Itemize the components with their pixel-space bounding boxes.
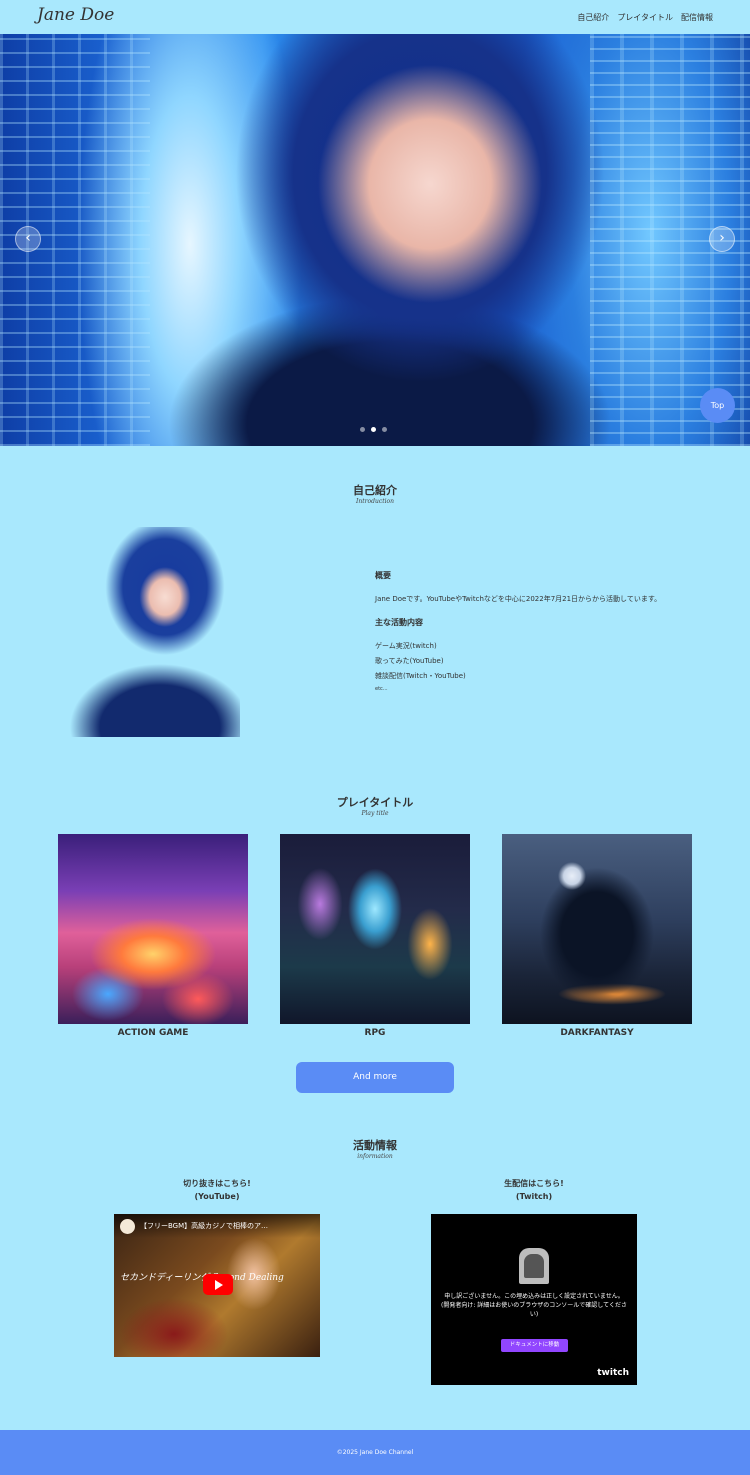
youtube-thumbnail-text: セカンドディーリング Second Dealing bbox=[120, 1273, 284, 1283]
youtube-label: 切り抜きはこちら! (YouTube) bbox=[87, 1177, 347, 1203]
youtube-label-line2: (YouTube) bbox=[194, 1192, 240, 1201]
activity-title: 活動情報 bbox=[353, 1139, 397, 1152]
activities-heading: 主な活動内容 bbox=[375, 618, 423, 627]
youtube-embed[interactable]: 【フリーBGM】高級カジノで相棒のア… セカンドディーリング Second De… bbox=[114, 1214, 320, 1357]
nav-item-play-title[interactable]: プレイタイトル bbox=[617, 12, 673, 23]
activity-item: 雑談配信(Twitch・YouTube) bbox=[375, 672, 466, 680]
game-image-action[interactable] bbox=[58, 834, 248, 1024]
site-logo[interactable]: Jane Doe bbox=[37, 5, 114, 25]
game-label-darkfantasy: DARKFANTASY bbox=[560, 1028, 634, 1038]
game-label-action: ACTION GAME bbox=[117, 1028, 189, 1038]
slider-dot[interactable] bbox=[360, 427, 365, 432]
nav-item-streaming-info[interactable]: 配信情報 bbox=[681, 12, 713, 23]
slider-prev-button[interactable]: ‹ bbox=[15, 226, 41, 252]
twitch-label-line2: (Twitch) bbox=[515, 1192, 553, 1201]
intro-text-block: 概要 Jane Doeです。YouTubeやTwitchなどを中心に2022年7… bbox=[375, 570, 695, 692]
activity-item: ゲーム実況(twitch) bbox=[375, 642, 437, 650]
youtube-label-line1: 切り抜きはこちら! bbox=[183, 1179, 251, 1188]
slider-next-button[interactable]: › bbox=[709, 226, 735, 252]
youtube-video-title[interactable]: 【フリーBGM】高級カジノで相棒のア… bbox=[140, 1221, 268, 1231]
overview-heading: 概要 bbox=[375, 571, 391, 580]
hero-slider: ‹ › bbox=[0, 34, 750, 446]
profile-portrait bbox=[70, 527, 240, 737]
twitch-label-line1: 生配信はこちら! bbox=[504, 1179, 564, 1188]
game-label-rpg: RPG bbox=[364, 1028, 386, 1038]
overview-text: Jane Doeです。YouTubeやTwitchなどを中心に2022年7月21… bbox=[375, 595, 662, 603]
back-to-top-button[interactable]: Top bbox=[700, 388, 735, 423]
slider-dot-active[interactable] bbox=[371, 427, 376, 432]
slider-dot[interactable] bbox=[382, 427, 387, 432]
site-footer: ©2025 Jane Doe Channel bbox=[0, 1430, 750, 1475]
ghost-icon bbox=[519, 1248, 549, 1284]
twitch-embed: 申し訳ございません。この埋め込みは正しく設定されていません。(開発者向け: 詳細… bbox=[431, 1214, 637, 1385]
channel-avatar[interactable] bbox=[120, 1219, 135, 1234]
activity-item: 歌ってみた(YouTube) bbox=[375, 657, 444, 665]
youtube-play-icon[interactable] bbox=[203, 1274, 233, 1295]
play-title-subtitle: Play title bbox=[361, 810, 389, 817]
intro-title: 自己紹介 bbox=[353, 484, 397, 497]
activity-subtitle: information bbox=[357, 1153, 393, 1160]
twitch-logo[interactable]: twitch bbox=[597, 1368, 629, 1378]
and-more-button[interactable]: And more bbox=[296, 1062, 454, 1093]
activity-etc: etc... bbox=[375, 686, 388, 692]
twitch-docs-button[interactable]: ドキュメントに移動 bbox=[501, 1339, 568, 1352]
intro-subtitle: Introduction bbox=[356, 498, 394, 505]
game-image-rpg[interactable] bbox=[280, 834, 470, 1024]
slider-dots bbox=[360, 427, 387, 432]
nav-item-introduction[interactable]: 自己紹介 bbox=[577, 12, 609, 23]
main-nav: 自己紹介 プレイタイトル 配信情報 bbox=[577, 12, 713, 23]
site-header: Jane Doe 自己紹介 プレイタイトル 配信情報 bbox=[0, 0, 750, 34]
twitch-error-message: 申し訳ございません。この埋め込みは正しく設定されていません。(開発者向け: 詳細… bbox=[441, 1293, 627, 1318]
twitch-label: 生配信はこちら! (Twitch) bbox=[404, 1177, 664, 1203]
game-image-darkfantasy[interactable] bbox=[502, 834, 692, 1024]
play-title-heading: プレイタイトル bbox=[336, 796, 414, 809]
